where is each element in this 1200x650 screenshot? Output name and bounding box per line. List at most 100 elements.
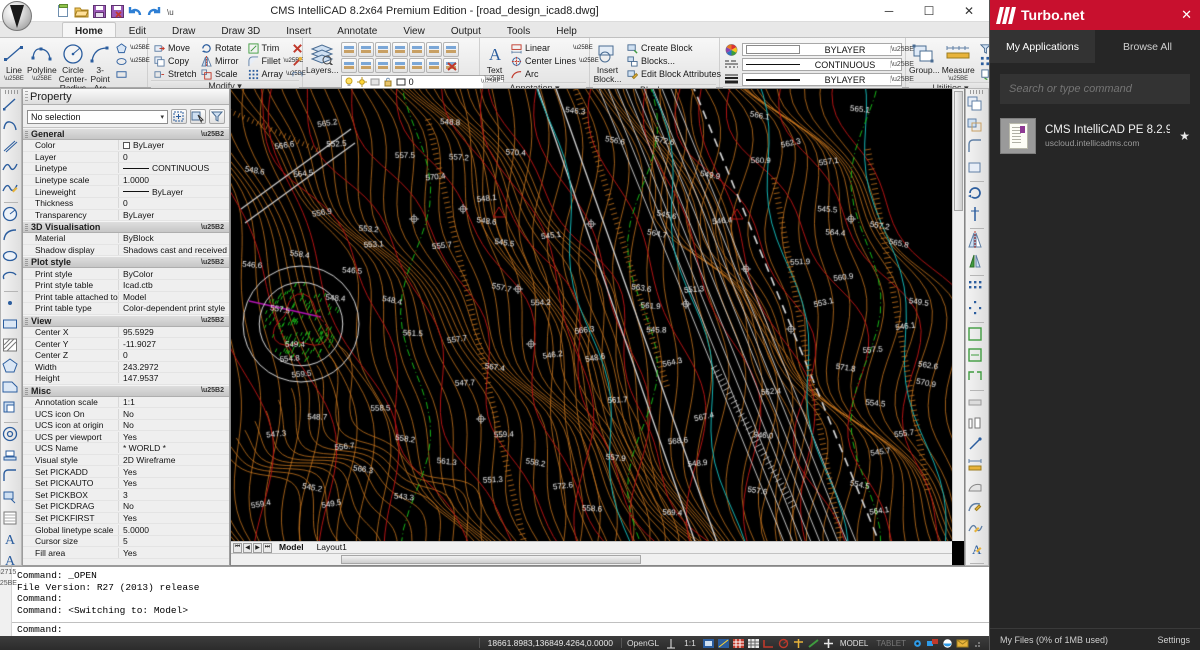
property-group-misc[interactable]: Misc \u25B2 <box>23 385 229 397</box>
property-row[interactable]: Layer0 <box>23 152 229 164</box>
spline-edit-tool-icon[interactable] <box>1 188 19 200</box>
array-rect-tool-icon[interactable] <box>966 287 984 299</box>
polyline-tool-icon[interactable] <box>1 125 19 137</box>
array-button[interactable]: Array \u25BE <box>245 68 290 80</box>
favorite-star-icon[interactable]: ★ <box>1179 129 1190 143</box>
property-row[interactable]: Set PICKADDYes <box>23 466 229 478</box>
command-input[interactable]: Command: <box>12 622 989 636</box>
property-value[interactable]: Color-dependent print style <box>119 303 229 313</box>
extend-tool-icon[interactable] <box>966 355 984 367</box>
tab-help[interactable]: Help <box>543 22 590 37</box>
tablet-indicator[interactable]: TABLET <box>872 639 910 648</box>
property-value[interactable]: ByColor <box>119 269 229 279</box>
property-row[interactable]: Thickness0 <box>23 198 229 210</box>
mirror-tool-icon[interactable] <box>966 240 984 252</box>
tab-my-applications[interactable]: My Applications <box>990 30 1095 63</box>
property-row[interactable]: Set PICKDRAGNo <box>23 501 229 513</box>
property-value[interactable]: * WORLD * <box>119 443 229 453</box>
toolbar-grip[interactable] <box>970 90 984 94</box>
ucs-icon[interactable] <box>665 638 678 649</box>
snap-icon[interactable] <box>702 638 715 649</box>
sync-icon[interactable] <box>926 638 939 649</box>
lineweight-icon[interactable] <box>725 73 738 84</box>
property-row[interactable]: Print table typeColor-dependent print st… <box>23 303 229 315</box>
layer-new-icon[interactable] <box>341 42 357 57</box>
layer-color-swatch-icon[interactable] <box>396 77 406 87</box>
lineweight-icon[interactable] <box>807 638 820 649</box>
turbo-app-item[interactable]: CMS IntelliCAD PE 8.2.9... uscloud.intel… <box>990 112 1200 160</box>
gradient-tool-icon[interactable] <box>1 518 19 530</box>
annotation-scale-indicator[interactable]: 1:1 <box>679 638 701 648</box>
layer-previous-icon[interactable] <box>358 42 374 57</box>
fillet-tool-icon[interactable] <box>966 146 984 158</box>
linetype-icon[interactable] <box>725 59 738 70</box>
tab-draw-3d[interactable]: Draw 3D <box>208 22 273 37</box>
property-value[interactable]: No <box>119 409 229 419</box>
layer-states-icon[interactable] <box>426 58 442 73</box>
edit-block-attributes-button[interactable]: Edit Block Attributes <box>624 68 716 80</box>
property-row[interactable]: Shadow displayShadows cast and received <box>23 245 229 257</box>
break-tool-icon[interactable] <box>966 376 984 388</box>
spline-tool-icon[interactable] <box>1 167 19 179</box>
tab-view[interactable]: View <box>390 22 438 37</box>
rectangle-button[interactable] <box>113 68 153 80</box>
scale-tool-icon[interactable] <box>966 444 984 456</box>
property-value[interactable]: Yes <box>119 513 229 523</box>
copy-tool-icon[interactable] <box>966 104 984 116</box>
point-tool-icon[interactable] <box>1 303 19 315</box>
chevron-down-icon[interactable]: \u25BE <box>890 46 901 53</box>
mirror3d-tool-icon[interactable] <box>966 261 984 273</box>
property-value[interactable]: 5 <box>119 536 229 546</box>
property-row[interactable]: LinetypeCONTINUOUS <box>23 163 229 175</box>
property-row[interactable]: Print styleByColor <box>23 268 229 280</box>
tab-output[interactable]: Output <box>438 22 494 37</box>
property-value[interactable]: 1.0000 <box>119 175 229 185</box>
wipeout-tool-icon[interactable] <box>1 476 19 488</box>
mail-icon[interactable] <box>956 638 969 649</box>
property-row[interactable]: Center Z0 <box>23 350 229 362</box>
circle-button[interactable]: Circle Center-Radius <box>59 41 87 93</box>
chevron-down-icon[interactable]: \u25BE <box>32 76 52 82</box>
layer-merge-icon[interactable] <box>443 42 459 57</box>
rotate-tool-icon[interactable] <box>966 193 984 205</box>
close-button[interactable]: ✕ <box>949 0 989 22</box>
property-value[interactable]: 0 <box>119 198 229 208</box>
color-wheel-icon[interactable] <box>725 44 738 56</box>
app-logo-icon[interactable] <box>2 1 32 31</box>
minimize-button[interactable]: ─ <box>869 0 909 22</box>
scrollbar-thumb[interactable] <box>954 91 963 211</box>
property-row[interactable]: MaterialByBlock <box>23 233 229 245</box>
property-value[interactable]: 0 <box>119 152 229 162</box>
layer-change-icon[interactable] <box>358 58 374 73</box>
text-button[interactable]: A Text \u25BE <box>483 41 506 82</box>
offset-tool-icon[interactable] <box>966 125 984 137</box>
layer-padlock-icon[interactable] <box>383 77 393 87</box>
line-button[interactable]: Line \u25BE <box>3 41 25 82</box>
join-tool-icon[interactable] <box>966 402 984 414</box>
center-lines-button[interactable]: Center Lines \u25BE <box>508 55 586 67</box>
property-value[interactable]: 0 <box>119 350 229 360</box>
revision-cloud-tool-icon[interactable] <box>1 455 19 467</box>
trim-tool-icon[interactable] <box>966 334 984 346</box>
property-value[interactable]: -11.9027 <box>119 339 229 349</box>
layer-isolate-icon[interactable] <box>375 42 391 57</box>
property-value[interactable]: Yes <box>119 432 229 442</box>
layer-freeze-icon[interactable] <box>426 42 442 57</box>
property-value[interactable]: ByLayer <box>119 210 229 220</box>
property-value[interactable]: 2D Wireframe <box>119 455 229 465</box>
layer-lightbulb-icon[interactable] <box>344 77 354 87</box>
property-row[interactable]: UCS icon OnNo <box>23 408 229 420</box>
layer-lock-icon[interactable] <box>392 42 408 57</box>
resize-grip-icon[interactable] <box>971 638 984 649</box>
edit-polyline-tool-icon[interactable] <box>966 507 984 519</box>
property-row[interactable]: UCS per viewportYes <box>23 431 229 443</box>
first-tab-button[interactable]: ⏮ <box>233 543 242 553</box>
tab-home[interactable]: Home <box>62 22 116 37</box>
property-row[interactable]: Fill areaYes <box>23 547 229 559</box>
settings-icon[interactable] <box>911 638 924 649</box>
ellipse-tool-icon[interactable] <box>1 256 19 268</box>
edit-spline-tool-icon[interactable] <box>966 528 984 540</box>
chevron-down-icon[interactable]: \u25BE <box>890 76 901 83</box>
polygon-button[interactable]: \u25BE <box>113 42 153 54</box>
collapse-icon[interactable]: \u25B2 <box>201 387 224 394</box>
